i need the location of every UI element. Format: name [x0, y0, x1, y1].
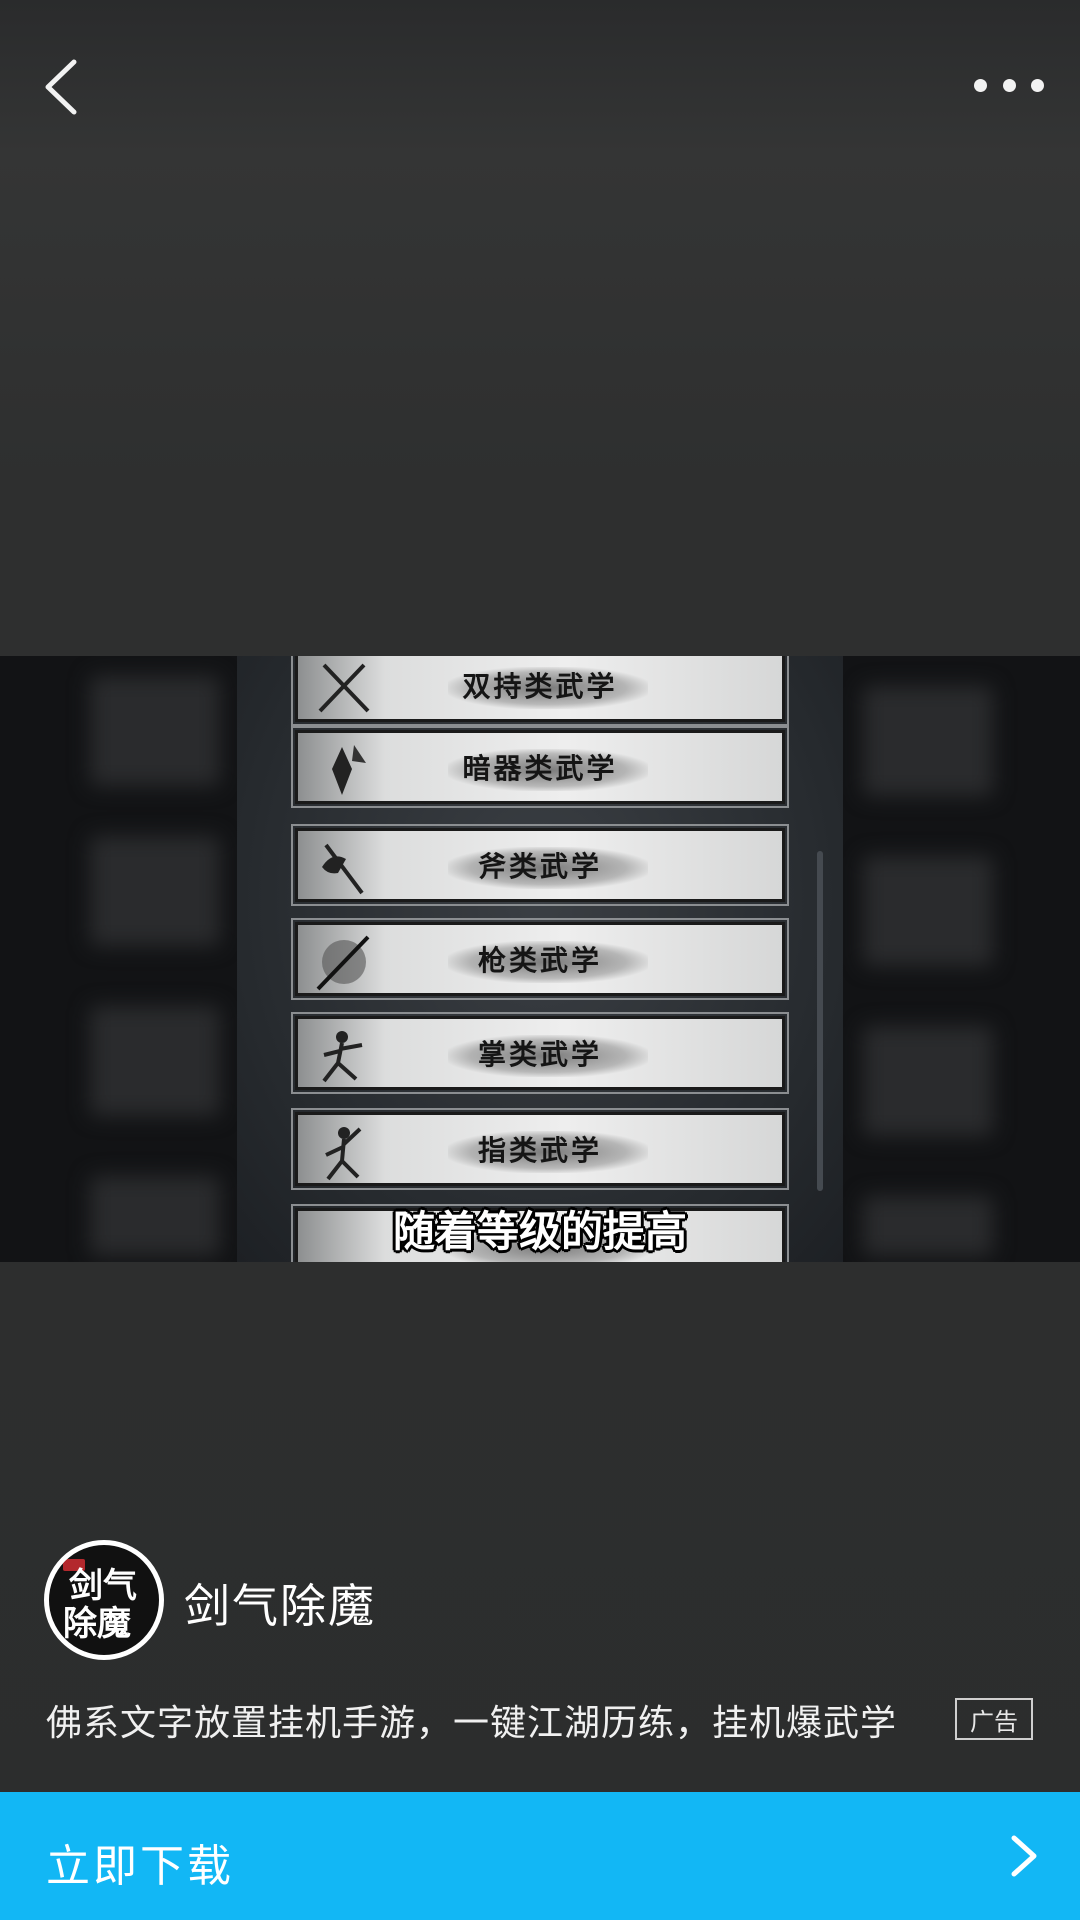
- skill-row: 掌类武学: [291, 1012, 789, 1094]
- app-name[interactable]: 剑气除魔: [184, 1570, 376, 1636]
- crossed-swords-icon: [318, 663, 370, 713]
- video-frame: 双持类武学 暗器类武学 斧类武学 枪类武学 掌类武学 指类武学 随着等级的提高: [237, 656, 843, 1262]
- skill-label: 斧类武学: [477, 850, 602, 883]
- spear-icon: [316, 935, 370, 991]
- more-dot-icon: [974, 78, 987, 92]
- more-dot-icon: [1002, 78, 1016, 92]
- app-description: 佛系文字放置挂机手游，一键江湖历练，挂机爆武学: [46, 1703, 898, 1744]
- video-blur-right: [843, 656, 1080, 1262]
- video-subtitle: 随着等级的提高: [392, 1207, 687, 1256]
- skill-row: 双持类武学: [291, 656, 789, 726]
- video-blur-left: [0, 656, 237, 1262]
- top-bar: [0, 0, 1080, 180]
- skill-label: 指类武学: [477, 1134, 602, 1167]
- finger-fighter-icon: [325, 1127, 362, 1181]
- avatar-text-top: 剑气: [69, 1566, 137, 1606]
- skill-label: 枪类武学: [477, 944, 602, 977]
- skill-row: 斧类武学: [291, 824, 789, 906]
- skill-row: 枪类武学: [291, 918, 789, 1000]
- more-options-button[interactable]: [974, 70, 1044, 100]
- video-player[interactable]: 双持类武学 暗器类武学 斧类武学 枪类武学 掌类武学 指类武学 随着等级的提高: [0, 656, 1080, 1262]
- skill-label: 暗器类武学: [462, 752, 618, 785]
- hidden-weapon-icon: [332, 745, 366, 795]
- ad-badge: 广告: [955, 1698, 1033, 1740]
- more-dot-icon: [1031, 78, 1044, 92]
- skill-row: 指类武学: [291, 1108, 789, 1190]
- chevron-left-icon: [45, 59, 77, 115]
- skill-label: 双持类武学: [462, 670, 618, 703]
- app-info: 剑气 除魔 剑气除魔 佛系文字放置挂机手游，一键江湖历练，挂机爆武学 广告: [0, 1530, 1080, 1790]
- axe-icon: [322, 843, 364, 895]
- back-button[interactable]: [36, 56, 88, 118]
- avatar[interactable]: 剑气 除魔: [44, 1540, 164, 1660]
- chevron-right-icon: [1011, 1835, 1037, 1877]
- skill-row: 暗器类武学: [291, 726, 789, 808]
- download-label: 立即下载: [46, 1841, 234, 1892]
- palm-fighter-icon: [322, 1031, 363, 1083]
- avatar-text-bottom: 除魔: [63, 1604, 131, 1644]
- scroll-track: [817, 851, 823, 1191]
- download-button[interactable]: 立即下载: [0, 1792, 1080, 1920]
- skill-label: 掌类武学: [477, 1038, 602, 1071]
